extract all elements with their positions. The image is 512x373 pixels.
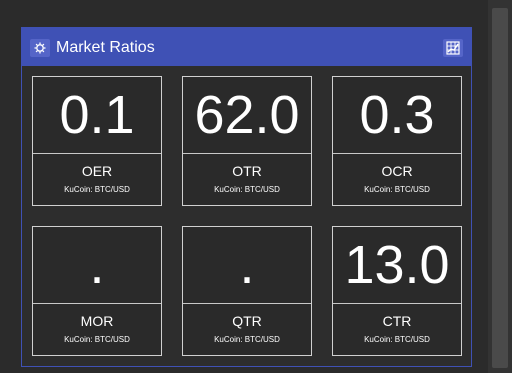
card-divider (333, 303, 461, 304)
metric-name: QTR (232, 313, 262, 329)
metric-card-oer: 0.1 OER KuCoin: BTC/USD (32, 76, 162, 206)
metric-source: KuCoin: BTC/USD (214, 335, 280, 344)
metric-value: 62.0 (194, 85, 300, 145)
scrollbar-thumb[interactable] (492, 8, 508, 368)
metric-name: OCR (381, 163, 413, 179)
card-divider (183, 303, 311, 304)
metric-value: 0.3 (359, 85, 435, 145)
card-divider (33, 303, 161, 304)
metric-value: 0.1 (59, 85, 135, 145)
metric-card-mor: . MOR KuCoin: BTC/USD (32, 226, 162, 356)
metric-source: KuCoin: BTC/USD (364, 185, 430, 194)
metric-value: 13.0 (344, 235, 450, 295)
metric-source: KuCoin: BTC/USD (364, 335, 430, 344)
metric-value: . (239, 235, 255, 295)
settings-button[interactable] (30, 39, 50, 57)
panel-header: Market Ratios (22, 28, 471, 66)
card-divider (183, 153, 311, 154)
metric-name: MOR (80, 313, 114, 329)
card-divider (333, 153, 461, 154)
metric-card-otr: 62.0 OTR KuCoin: BTC/USD (182, 76, 312, 206)
market-ratios-panel: Market Ratios 0.1 OER KuCoin: BTC/USD 62… (21, 27, 472, 367)
metric-card-ctr: 13.0 CTR KuCoin: BTC/USD (332, 226, 462, 356)
gear-icon (34, 42, 46, 54)
grid-chart-icon (446, 41, 460, 55)
metric-card-qtr: . QTR KuCoin: BTC/USD (182, 226, 312, 356)
metric-card-ocr: 0.3 OCR KuCoin: BTC/USD (332, 76, 462, 206)
card-divider (33, 153, 161, 154)
metric-name: CTR (382, 313, 412, 329)
metric-value: . (89, 235, 105, 295)
metric-name: OER (81, 163, 113, 179)
metric-source: KuCoin: BTC/USD (64, 185, 130, 194)
metric-source: KuCoin: BTC/USD (64, 335, 130, 344)
metric-source: KuCoin: BTC/USD (214, 185, 280, 194)
panel-title: Market Ratios (56, 39, 155, 56)
chart-view-button[interactable] (443, 39, 463, 57)
metric-name: OTR (232, 163, 262, 179)
